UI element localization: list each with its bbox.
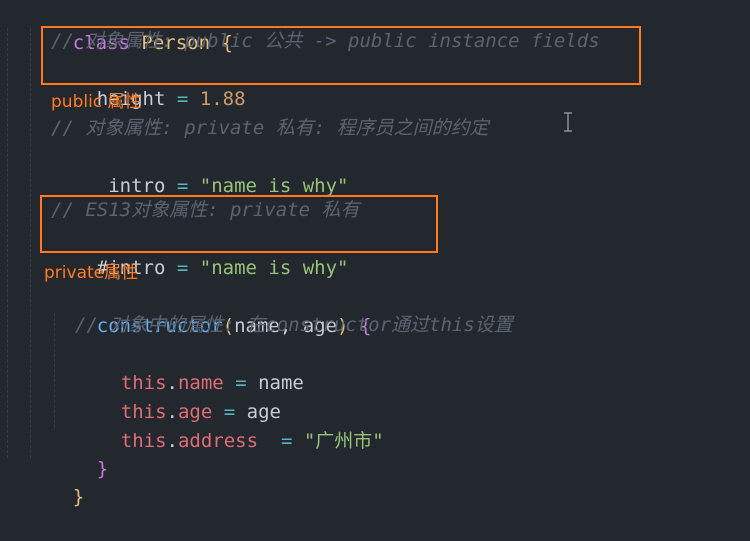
public-annotation-label: public 属性 xyxy=(51,92,142,112)
comment-private-convention: // 对象属性: private 私有: 程序员之间的约定 xyxy=(51,117,489,139)
indent-guide-1 xyxy=(7,28,8,458)
constructor-close-brace: } xyxy=(96,458,109,480)
code-line-ctor-close: } xyxy=(51,426,108,480)
prop-address: address xyxy=(177,430,259,452)
assign-operator: = xyxy=(176,175,189,197)
assign-operator: = xyxy=(280,430,293,452)
code-line-class-close: } xyxy=(27,454,84,508)
hash-intro-value: "name is why" xyxy=(199,257,349,279)
code-line-class-decl: class Person { xyxy=(27,0,233,54)
private-fields-highlight-box xyxy=(40,195,438,253)
private-annotation-label: private属性 xyxy=(44,263,139,283)
public-fields-highlight-box xyxy=(41,26,641,85)
code-line-this-address: this.address = "广州市" xyxy=(75,398,384,452)
class-close-brace: } xyxy=(72,486,85,508)
code-line-intro: _intro = "name is why" xyxy=(51,143,349,197)
code-line-this-name: this.name = name xyxy=(75,340,304,394)
this-keyword: this xyxy=(120,430,167,452)
indent-guide-2 xyxy=(30,28,31,458)
text-cursor-icon xyxy=(563,112,573,132)
member-dot: . xyxy=(166,430,178,452)
height-value: 1.88 xyxy=(199,88,246,110)
assign-operator: = xyxy=(176,88,189,110)
value-address: "广州市" xyxy=(303,430,384,452)
code-line-this-age: this.age = age xyxy=(75,369,281,423)
intro-field: _intro xyxy=(96,175,166,197)
comment-constructor: // 对象中的属性: 在constructor通过this设置 xyxy=(75,314,513,336)
assign-operator: = xyxy=(176,257,189,279)
code-line-constructor: constructor(name, age) { xyxy=(51,283,372,337)
intro-value: "name is why" xyxy=(199,175,349,197)
